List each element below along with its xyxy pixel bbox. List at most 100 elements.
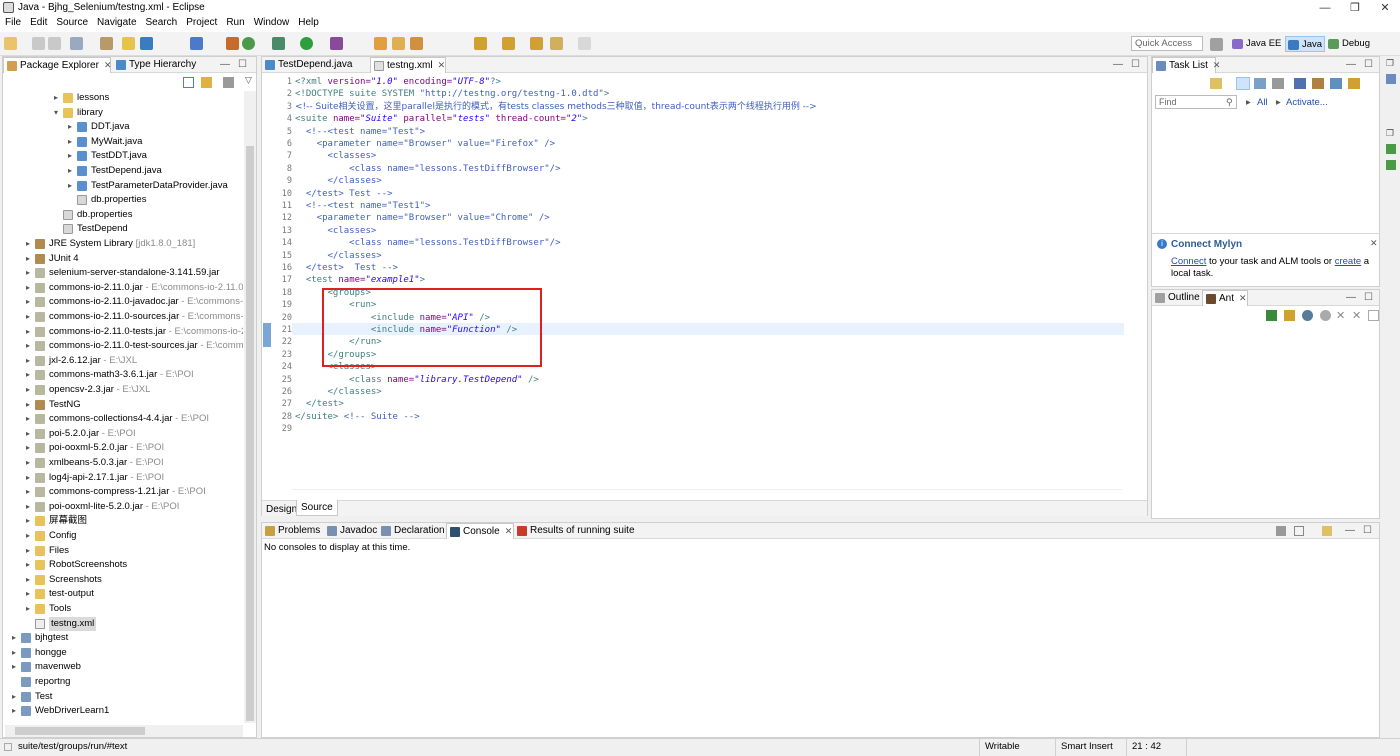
tab-javadoc[interactable]: Javadoc — [324, 523, 383, 539]
collapsed-twisty-icon[interactable]: ▸ — [23, 339, 33, 353]
all-tasks-link[interactable]: All — [1257, 97, 1268, 108]
tree-item[interactable]: ▸ mavenweb — [3, 660, 243, 674]
maximize-icon[interactable]: ❐ — [1340, 0, 1370, 16]
tab-testdepend-java[interactable]: TestDepend.java — [262, 57, 370, 73]
collapsed-twisty-icon[interactable]: ▸ — [23, 471, 33, 485]
tree-horizontal-scrollbar[interactable] — [5, 725, 243, 737]
collapsed-twisty-icon[interactable]: ▸ — [23, 544, 33, 558]
tree-item[interactable]: ▸ WebDriverLearn1 — [3, 704, 243, 718]
tab-type-hierarchy[interactable]: Type Hierarchy — [113, 57, 202, 73]
coverage-icon[interactable] — [330, 37, 343, 50]
collapsed-twisty-icon[interactable]: ▸ — [23, 427, 33, 441]
link-editor-icon[interactable] — [201, 77, 212, 88]
tree-item[interactable]: ▸ DDT.java — [3, 120, 243, 134]
close-icon[interactable]: ✕ — [1370, 238, 1378, 249]
tree-item[interactable]: reportng — [3, 675, 243, 689]
code-line[interactable]: 4 <suite name="Suite" parallel="tests" th… — [262, 113, 1122, 125]
tree-item[interactable]: ▸ commons-compress-1.21.jar - E:\POI — [3, 485, 243, 499]
collapse-all-icon[interactable] — [183, 77, 194, 88]
minimize-view-icon[interactable]: — — [1346, 292, 1356, 303]
collapsed-twisty-icon[interactable]: ▸ — [23, 368, 33, 382]
tree-item[interactable]: ▸ Test — [3, 690, 243, 704]
save-icon[interactable] — [32, 37, 45, 50]
quick-access-input[interactable]: Quick Access — [1131, 36, 1203, 51]
code-line[interactable]: 3 <!-- Suite相关设置，这里parallel是执行的模式，有tests … — [262, 101, 1122, 113]
tree-item[interactable]: ▸ commons-io-2.11.0-sources.jar - E:\comm… — [3, 310, 243, 324]
tab-source[interactable]: Source — [296, 500, 338, 516]
run-icon[interactable] — [300, 37, 313, 50]
tree-item[interactable]: ▸ 屏幕截图 — [3, 514, 243, 528]
code-line[interactable]: 16 </test> Test --> — [262, 262, 1122, 274]
tree-item[interactable]: ▸ lessons — [3, 91, 243, 105]
collapsed-twisty-icon[interactable]: ▸ — [23, 354, 33, 368]
collapsed-twisty-icon[interactable]: ▸ — [23, 485, 33, 499]
menu-window[interactable]: Window — [249, 16, 294, 28]
tab-ant[interactable]: Ant ✕ — [1202, 290, 1248, 306]
restore-icon[interactable]: ❐ — [1386, 128, 1394, 139]
tree-item[interactable]: ▸ TestNG — [3, 398, 243, 412]
tree-item[interactable]: ▸ TestDDT.java — [3, 149, 243, 163]
code-line[interactable]: 9 </classes> — [262, 175, 1122, 187]
tab-console[interactable]: Console ✕ — [446, 523, 514, 539]
collapsed-twisty-icon[interactable]: ▸ — [23, 325, 33, 339]
code-line[interactable]: 26 </classes> — [262, 386, 1122, 398]
new-icon[interactable] — [4, 37, 17, 50]
save-all-icon[interactable] — [48, 37, 61, 50]
new-task-icon[interactable] — [1210, 78, 1222, 89]
tab-package-explorer[interactable]: Package Explorer ✕ — [3, 57, 111, 73]
editor-horizontal-scrollbar[interactable] — [292, 489, 1122, 499]
collapsed-twisty-icon[interactable]: ▸ — [9, 690, 19, 704]
tree-item[interactable]: ▸ JRE System Library [jdk1.8.0_181] — [3, 237, 243, 251]
collapsed-twisty-icon[interactable]: ▸ — [23, 252, 33, 266]
collapsed-twisty-icon[interactable]: ▸ — [23, 412, 33, 426]
code-line[interactable]: 15 </classes> — [262, 250, 1122, 262]
menu-navigate[interactable]: Navigate — [92, 16, 140, 28]
maximize-view-icon[interactable]: ☐ — [1364, 292, 1373, 303]
code-line[interactable]: 8 <class name="lessons.TestDiffBrowser"/… — [262, 163, 1122, 175]
scheduled-icon[interactable] — [1254, 78, 1266, 89]
open-task-icon[interactable] — [392, 37, 405, 50]
perspective-debug[interactable]: Debug — [1326, 36, 1370, 52]
hide-subtasks-icon[interactable] — [1294, 78, 1306, 89]
close-icon[interactable]: ✕ — [1370, 0, 1400, 16]
tree-item[interactable]: ▸ xmlbeans-5.0.3.jar - E:\POI — [3, 456, 243, 470]
tree-item[interactable]: ▸ TestParameterDataProvider.java — [3, 179, 243, 193]
tree-item[interactable]: ▸ RobotScreenshots — [3, 558, 243, 572]
remove-icon[interactable]: ✕ — [1336, 309, 1345, 322]
hide-targets-icon[interactable] — [1302, 310, 1313, 321]
collapsed-twisty-icon[interactable]: ▸ — [23, 310, 33, 324]
tab-outline[interactable]: Outline — [1152, 290, 1202, 306]
trim-tasks-icon[interactable] — [1386, 74, 1396, 84]
perspective-java-ee[interactable]: Java EE — [1230, 36, 1281, 52]
back-icon[interactable] — [550, 37, 563, 50]
refresh-icon[interactable] — [242, 37, 255, 50]
collapsed-twisty-icon[interactable]: ▸ — [23, 398, 33, 412]
activate-link[interactable]: Activate... — [1286, 97, 1328, 108]
open-console-icon[interactable] — [1322, 526, 1332, 536]
collapsed-twisty-icon[interactable]: ▸ — [65, 179, 75, 193]
tree-item[interactable]: ▸ selenium-server-standalone-3.141.59.jar — [3, 266, 243, 280]
tree-item[interactable]: ▸ commons-collections4-4.4.jar - E:\POI — [3, 412, 243, 426]
tree-item[interactable]: ▸ poi-5.2.0.jar - E:\POI — [3, 427, 243, 441]
collapsed-twisty-icon[interactable]: ▸ — [65, 164, 75, 178]
collapsed-twisty-icon[interactable]: ▸ — [23, 281, 33, 295]
collapsed-twisty-icon[interactable]: ▸ — [23, 529, 33, 543]
maximize-view-icon[interactable]: ☐ — [1363, 525, 1372, 536]
print-icon[interactable] — [70, 37, 83, 50]
open-type-icon[interactable] — [374, 37, 387, 50]
categorized-icon[interactable] — [1236, 77, 1250, 90]
tree-item[interactable]: ▸ Files — [3, 544, 243, 558]
code-line[interactable]: 5 <!--<test name="Test"> — [262, 126, 1122, 138]
minimize-view-icon[interactable]: — — [220, 59, 230, 70]
tree-item[interactable]: db.properties — [3, 208, 243, 222]
tree-item[interactable]: ▸ commons-io-2.11.0-javadoc.jar - E:\comm… — [3, 295, 243, 309]
tree-item[interactable]: ▸ jxl-2.6.12.jar - E:\JXL — [3, 354, 243, 368]
menu-search[interactable]: Search — [141, 16, 182, 28]
collapsed-twisty-icon[interactable]: ▸ — [65, 135, 75, 149]
connect-link[interactable]: Connect — [1171, 256, 1206, 267]
tree-item[interactable]: ▸ MyWait.java — [3, 135, 243, 149]
collapsed-twisty-icon[interactable]: ▸ — [65, 120, 75, 134]
trim-junit-icon[interactable] — [1386, 144, 1396, 154]
collapsed-twisty-icon[interactable]: ▸ — [23, 383, 33, 397]
tree-item[interactable]: ▸ JUnit 4 — [3, 252, 243, 266]
